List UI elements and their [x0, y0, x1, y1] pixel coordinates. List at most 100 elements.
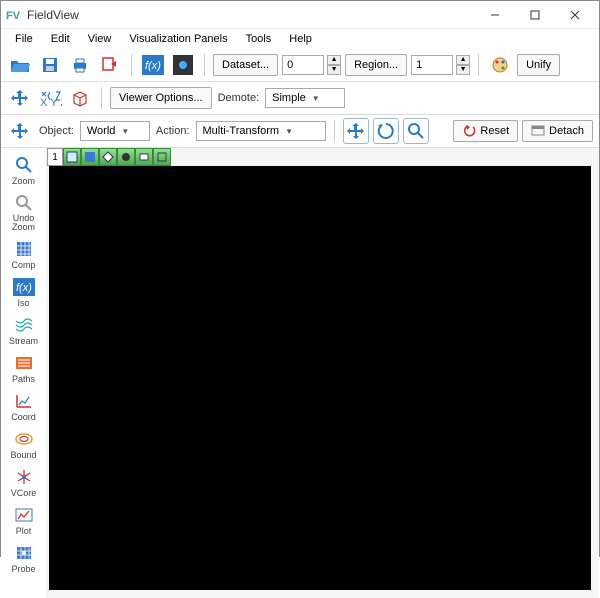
move-button[interactable] [7, 85, 33, 111]
reset-button[interactable]: Reset [453, 120, 518, 142]
bound-icon [11, 428, 37, 450]
magnifier-icon [11, 154, 37, 176]
svg-text:f(x): f(x) [145, 60, 161, 72]
spin-up-icon[interactable]: ▲ [456, 55, 470, 65]
menu-edit[interactable]: Edit [43, 31, 78, 47]
object-dropdown[interactable]: World ▼ [80, 121, 150, 141]
menu-file[interactable]: File [7, 31, 41, 47]
palette-button[interactable] [487, 52, 513, 78]
menu-view[interactable]: View [80, 31, 120, 47]
viewport-toolbar: 1 [47, 148, 171, 166]
side-zoom[interactable]: Zoom [4, 152, 44, 188]
object-label: Object: [37, 125, 76, 137]
grid-icon [11, 238, 37, 260]
function-button[interactable]: f(x) [140, 52, 166, 78]
open-button[interactable] [7, 52, 33, 78]
canvas-area: 1 [47, 148, 599, 598]
dataset-button[interactable]: Dataset... [213, 54, 278, 76]
separator [334, 120, 335, 142]
separator [204, 54, 205, 76]
workspace: Zoom Undo Zoom Comp f(x) Iso Stream Paths… [1, 148, 599, 598]
menu-bar: File Edit View Visualization Panels Tool… [1, 29, 599, 49]
side-iso-label: Iso [17, 298, 29, 308]
spin-down-icon[interactable]: ▼ [327, 65, 341, 75]
side-coord[interactable]: Coord [4, 388, 44, 424]
region-value: 1 [416, 59, 422, 71]
chevron-down-icon: ▼ [312, 94, 320, 103]
side-probe[interactable]: Probe [4, 540, 44, 576]
pan-button[interactable] [343, 118, 369, 144]
wizard-button[interactable] [170, 52, 196, 78]
side-bound[interactable]: Bound [4, 426, 44, 462]
viewer-options-label: Viewer Options... [119, 92, 203, 104]
maximize-button[interactable] [515, 2, 555, 28]
toolbar-main: f(x) Dataset... 0 ▲▼ Region... 1 ▲▼ Unif… [1, 49, 599, 82]
side-stream[interactable]: Stream [4, 312, 44, 348]
chevron-down-icon: ▼ [121, 127, 129, 136]
toolbar-transform: Object: World ▼ Action: Multi-Transform … [1, 115, 599, 148]
view-tool-3[interactable] [99, 148, 117, 166]
menu-visualization-panels[interactable]: Visualization Panels [121, 31, 235, 47]
side-paths[interactable]: Paths [4, 350, 44, 386]
dataset-spinner[interactable]: 0 [282, 55, 324, 75]
side-undo-zoom[interactable]: Undo Zoom [4, 190, 44, 234]
save-button[interactable] [37, 52, 63, 78]
view-tool-4[interactable] [117, 148, 135, 166]
view-tool-2[interactable] [81, 148, 99, 166]
paths-icon [11, 352, 37, 374]
side-stream-label: Stream [9, 336, 38, 346]
view-tool-1[interactable] [63, 148, 81, 166]
window-title: FieldView [27, 8, 475, 22]
side-probe-label: Probe [11, 564, 35, 574]
export-button[interactable] [97, 52, 123, 78]
side-comp[interactable]: Comp [4, 236, 44, 272]
viewer-options-button[interactable]: Viewer Options... [110, 87, 212, 109]
minimize-button[interactable] [475, 2, 515, 28]
side-paths-label: Paths [12, 374, 35, 384]
transform-icon-button[interactable] [7, 118, 33, 144]
title-bar: FV FieldView [1, 1, 599, 29]
print-button[interactable] [67, 52, 93, 78]
dataset-label: Dataset... [222, 59, 269, 71]
region-label: Region... [354, 59, 398, 71]
menu-help[interactable]: Help [281, 31, 320, 47]
view-tool-6[interactable] [153, 148, 171, 166]
side-vcore[interactable]: VCore [4, 464, 44, 500]
stream-icon [11, 314, 37, 336]
xyz-button[interactable]: X Y Z [37, 85, 63, 111]
zoom-button[interactable] [403, 118, 429, 144]
coord-icon [11, 390, 37, 412]
cube-button[interactable] [67, 85, 93, 111]
viewport[interactable] [49, 166, 591, 590]
spin-up-icon[interactable]: ▲ [327, 55, 341, 65]
separator [101, 87, 102, 109]
fx-icon: f(x) [11, 276, 37, 298]
magnifier-undo-icon [11, 192, 37, 214]
action-value: Multi-Transform [203, 125, 280, 137]
spin-down-icon[interactable]: ▼ [456, 65, 470, 75]
region-spinner[interactable]: 1 [411, 55, 453, 75]
unify-button[interactable]: Unify [517, 54, 560, 76]
svg-text:X Y Z: X Y Z [40, 97, 62, 108]
chevron-down-icon: ▼ [285, 127, 293, 136]
side-iso[interactable]: f(x) Iso [4, 274, 44, 310]
close-button[interactable] [555, 2, 595, 28]
demote-value: Simple [272, 92, 306, 104]
menu-tools[interactable]: Tools [238, 31, 280, 47]
side-plot[interactable]: Plot [4, 502, 44, 538]
svg-text:FV: FV [6, 10, 20, 22]
detach-button[interactable]: Detach [522, 120, 593, 142]
region-button[interactable]: Region... [345, 54, 407, 76]
dataset-spin-controls[interactable]: ▲▼ [327, 55, 341, 75]
separator [478, 54, 479, 76]
region-spin-controls[interactable]: ▲▼ [456, 55, 470, 75]
view-tool-5[interactable] [135, 148, 153, 166]
detach-icon [531, 125, 545, 137]
svg-text:f(x): f(x) [16, 282, 32, 294]
unify-label: Unify [526, 59, 551, 71]
rotate-button[interactable] [373, 118, 399, 144]
action-dropdown[interactable]: Multi-Transform ▼ [196, 121, 326, 141]
side-bound-label: Bound [10, 450, 36, 460]
side-vcore-label: VCore [11, 488, 37, 498]
demote-dropdown[interactable]: Simple ▼ [265, 88, 345, 108]
